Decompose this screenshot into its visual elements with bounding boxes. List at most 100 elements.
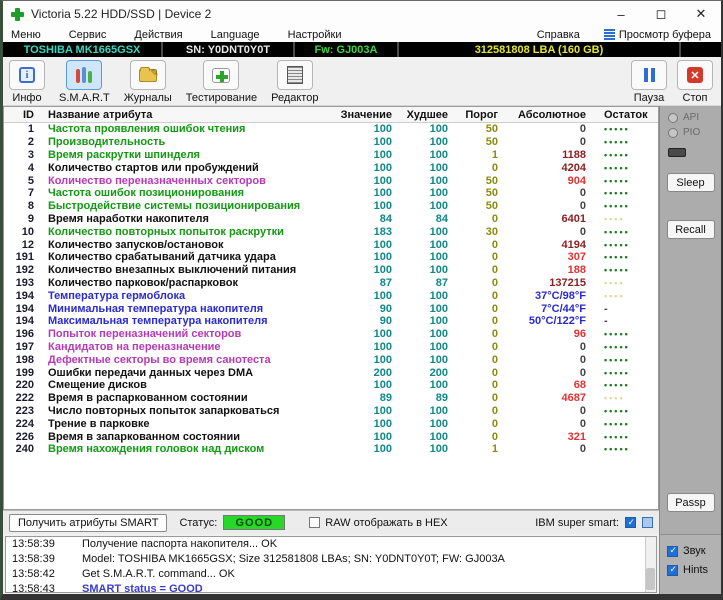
editor-button[interactable]: Редактор <box>271 60 318 104</box>
col-id: ID <box>23 108 34 121</box>
table-row[interactable]: 12 Количество запусков/остановок 100 100 0 41… <box>4 238 658 251</box>
menu-help[interactable]: Справка <box>537 29 580 41</box>
attr-worst: 100 <box>429 289 448 302</box>
pio-radio[interactable] <box>668 127 678 138</box>
table-row[interactable]: 240 Время нахождения головок над диском 10… <box>4 443 658 456</box>
passport-button[interactable]: Passp <box>666 493 715 512</box>
ibm-smart-secondary-checkbox[interactable] <box>642 517 653 528</box>
table-row[interactable]: 3 Время раскрутки шпинделя 100 100 1 1188 ••••… <box>4 149 658 162</box>
attr-id: 12 <box>21 238 34 251</box>
smart-table-body: 1 Частота проявления ошибок чтения 100 100 5… <box>4 123 658 456</box>
api-radio[interactable] <box>668 112 678 123</box>
table-row[interactable]: 4 Количество стартов или пробуждений 100 10… <box>4 161 658 174</box>
table-row[interactable]: 191 Количество срабатываний датчика удара… <box>4 251 658 264</box>
attr-threshold: 0 <box>491 315 498 328</box>
sleep-button[interactable]: Sleep <box>666 173 715 192</box>
table-row[interactable]: 198 Дефектные секторы во время санотеста 1… <box>4 353 658 366</box>
table-row[interactable]: 194 Максимальная температура накопителя 90… <box>4 315 658 328</box>
sound-checkbox-group[interactable]: Звук <box>667 545 721 557</box>
attr-name: Трение в парковке <box>48 417 150 430</box>
info-button[interactable]: i Инфо <box>9 60 45 104</box>
ibm-smart-checkbox[interactable] <box>625 517 636 528</box>
attr-value: 100 <box>373 251 392 264</box>
table-row[interactable]: 223 Число повторных попыток запарковаться… <box>4 405 658 418</box>
col-absolute: Абсолютное <box>518 108 586 121</box>
attr-worst: 200 <box>429 366 448 379</box>
attr-threshold: 0 <box>491 238 498 251</box>
attr-absolute: 50°C/122°F <box>528 315 586 328</box>
device-info-bar: TOSHIBA MK1665GSX SN: Y0DNT0Y0T Fw: GJ00… <box>3 42 721 57</box>
table-row[interactable]: 10 Количество повторных попыток раскрутки… <box>4 225 658 238</box>
attr-threshold: 50 <box>485 123 498 136</box>
pio-radio-group[interactable]: PIO <box>660 127 721 138</box>
attr-worst: 100 <box>429 417 448 430</box>
attr-worst: 100 <box>429 302 448 315</box>
attr-name: Дефектные секторы во время санотеста <box>48 353 271 366</box>
attr-name: Смещение дисков <box>48 379 147 392</box>
table-row[interactable]: 224 Трение в парковке 100 100 0 0 ••••• <box>4 417 658 430</box>
attr-value: 100 <box>373 340 392 353</box>
attr-id: 1 <box>27 123 34 136</box>
attr-absolute: 0 <box>579 353 586 366</box>
journals-button[interactable]: Журналы <box>124 60 172 104</box>
table-row[interactable]: 193 Количество парковок/распарковок 87 87 0 1… <box>4 277 658 290</box>
raw-hex-checkbox[interactable] <box>309 517 321 528</box>
menu-main[interactable]: Меню <box>11 29 41 41</box>
attr-threshold: 0 <box>491 251 498 264</box>
menu-settings[interactable]: Настройки <box>288 29 342 41</box>
minimize-button[interactable]: – <box>601 1 641 27</box>
attr-threshold: 50 <box>485 187 498 200</box>
table-row[interactable]: 1 Частота проявления ошибок чтения 100 100 5… <box>4 123 658 136</box>
stop-button[interactable]: ✕ Стоп <box>677 60 713 104</box>
table-row[interactable]: 194 Минимальная температура накопителя 90 1… <box>4 302 658 315</box>
buffer-view-button[interactable]: Просмотр буфера <box>603 29 711 41</box>
api-radio-group[interactable]: API <box>660 112 721 123</box>
raw-hex-group[interactable]: RAW отображать в HEX <box>309 517 448 529</box>
attr-absolute: 0 <box>579 340 586 353</box>
attr-id: 224 <box>15 417 34 430</box>
hints-checkbox[interactable] <box>667 564 678 576</box>
smart-button[interactable]: S.M.A.R.T <box>59 60 110 104</box>
table-row[interactable]: 5 Количество переназначенных секторов 100 1… <box>4 174 658 187</box>
log-timestamp: 13:58:42 <box>12 568 55 580</box>
menu-actions[interactable]: Действия <box>134 29 182 41</box>
attr-remain: ••••• <box>604 341 630 352</box>
table-row[interactable]: 220 Смещение дисков 100 100 0 68 ••••• <box>4 379 658 392</box>
attr-value: 100 <box>373 404 392 417</box>
attr-absolute: 0 <box>579 404 586 417</box>
attr-threshold: 50 <box>485 200 498 213</box>
sound-checkbox[interactable] <box>667 545 678 557</box>
table-row[interactable]: 9 Время наработки накопителя 84 84 0 6401 •••• <box>4 213 658 226</box>
menu-service[interactable]: Сервис <box>69 29 107 41</box>
pause-button[interactable]: Пауза <box>631 60 667 104</box>
log-message: Get S.M.A.R.T. command... OK <box>82 568 235 580</box>
recall-button[interactable]: Recall <box>666 220 715 239</box>
attr-threshold: 0 <box>491 353 498 366</box>
close-button[interactable]: ✕ <box>681 1 721 27</box>
attr-absolute: 0 <box>579 136 586 149</box>
attr-value: 100 <box>373 289 392 302</box>
table-row[interactable]: 8 Быстродействие системы позиционирования… <box>4 200 658 213</box>
table-row[interactable]: 197 Кандидатов на переназначение 100 100 0 0 •… <box>4 341 658 354</box>
attr-value: 87 <box>379 276 392 289</box>
panel-options: Звук Hints <box>660 534 721 594</box>
device-serial: SN: Y0DNT0Y0T <box>163 42 295 57</box>
attr-id: 7 <box>27 187 34 200</box>
hints-checkbox-group[interactable]: Hints <box>667 564 721 576</box>
table-row[interactable]: 7 Частота ошибок позиционирования 100 100 50… <box>4 187 658 200</box>
table-row[interactable]: 196 Попыток переназначений секторов 100 100… <box>4 328 658 341</box>
table-row[interactable]: 192 Количество внезапных выключений питан… <box>4 264 658 277</box>
table-row[interactable]: 222 Время в распаркованном состоянии 89 89 0… <box>4 392 658 405</box>
attr-id: 240 <box>15 443 34 456</box>
log-scrollbar[interactable] <box>645 537 656 592</box>
log-scrollbar-thumb[interactable] <box>646 568 655 590</box>
get-smart-button[interactable]: Получить атрибуты SMART <box>9 513 168 532</box>
table-row[interactable]: 199 Ошибки передачи данных через DMA 200 20… <box>4 366 658 379</box>
maximize-button[interactable]: ◻ <box>641 1 681 27</box>
menu-language[interactable]: Language <box>211 29 260 41</box>
table-row[interactable]: 2 Производительность 100 100 50 0 ••••• <box>4 136 658 149</box>
table-row[interactable]: 194 Температура гермоблока 100 100 0 37°C/98°… <box>4 289 658 302</box>
testing-button[interactable]: Тестирование <box>186 60 257 104</box>
attr-name: Кандидатов на переназначение <box>48 340 221 353</box>
table-row[interactable]: 226 Время в запаркованном состоянии 100 100… <box>4 430 658 443</box>
